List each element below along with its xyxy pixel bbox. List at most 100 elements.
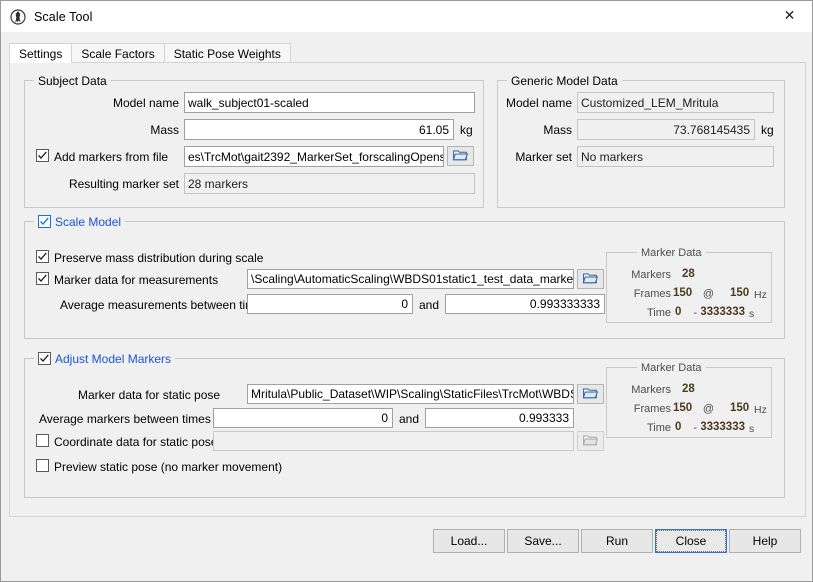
scale-model-title: Scale Model: [55, 214, 122, 229]
average-measurements-from-value: 0: [401, 297, 408, 311]
adjust-marker-data-panel-title: Marker Data: [637, 360, 706, 375]
adjust-model-markers-title-bar[interactable]: Adjust Model Markers: [34, 351, 176, 366]
adjust-markers-and-label: and: [399, 412, 420, 426]
marker-data-for-measurements-value: \Scaling\AutomaticScaling\WBDS01static1_…: [251, 272, 574, 286]
add-markers-browse-button[interactable]: [447, 146, 474, 166]
generic-mass-value: 73.768145435: [673, 122, 750, 137]
scale-model-checkbox[interactable]: [38, 215, 51, 228]
adjust-md-time-to: 0.993333333: [701, 421, 745, 433]
average-measurements-label: Average measurements between times: [60, 298, 268, 312]
marker-data-static-pose-value: Mritula\Public_Dataset\WIP\Scaling\Stati…: [251, 387, 573, 401]
average-markers-to-value: 0.993333: [518, 411, 569, 425]
scale-md-rate-unit: Hz: [754, 289, 767, 301]
tab-settings[interactable]: Settings: [9, 43, 73, 63]
adjust-model-markers-checkbox[interactable]: [38, 352, 51, 365]
generic-model-data-title: Generic Model Data: [507, 73, 622, 88]
generic-marker-set-label: Marker set: [515, 150, 572, 164]
resulting-marker-set-value-field: 28 markers: [184, 173, 475, 194]
average-measurements-from-input[interactable]: 0: [247, 294, 413, 314]
close-button[interactable]: Close: [655, 529, 727, 553]
tab-scale-factors[interactable]: Scale Factors: [71, 43, 165, 63]
generic-mass-label: Mass: [543, 123, 572, 137]
resulting-marker-set-label: Resulting marker set: [68, 177, 179, 191]
marker-data-measurements-browse-button[interactable]: [577, 269, 604, 289]
subject-mass-label: Mass: [150, 123, 179, 137]
subject-model-name-input[interactable]: walk_subject01-scaled: [184, 92, 475, 113]
scale-md-markers-label: Markers: [631, 269, 671, 281]
load-button[interactable]: Load...: [433, 529, 505, 553]
help-button-label: Help: [752, 534, 778, 548]
coordinate-data-browse-button: [577, 431, 604, 451]
marker-data-for-measurements-label: Marker data for measurements: [54, 273, 219, 287]
help-button[interactable]: Help: [729, 529, 801, 553]
average-measurements-to-input[interactable]: 0.993333333: [445, 294, 605, 314]
scale-md-time-unit: s: [749, 308, 755, 320]
coordinate-data-static-pose-checkbox[interactable]: [36, 434, 49, 447]
resulting-marker-set-value: 28 markers: [188, 176, 249, 191]
scale-md-rate-value: 150: [730, 287, 750, 299]
scale-md-markers-value: 28: [682, 268, 695, 280]
scale-md-time-to: 0.993333333: [701, 306, 745, 318]
close-icon[interactable]: ✕: [767, 1, 812, 31]
generic-mass-field: 73.768145435: [577, 119, 755, 140]
generic-model-name-field: Customized_LEM_Mritula: [577, 92, 774, 113]
subject-model-name-value: walk_subject01-scaled: [188, 95, 309, 110]
marker-data-static-pose-label: Marker data for static pose: [78, 388, 221, 402]
average-markers-to-input[interactable]: 0.993333: [425, 408, 574, 428]
average-markers-label: Average markers between times: [39, 412, 211, 426]
marker-data-static-pose-browse-button[interactable]: [577, 384, 604, 404]
load-button-label: Load...: [450, 534, 488, 548]
scale-md-at-symbol: @: [702, 288, 714, 300]
preview-static-pose-label: Preview static pose (no marker movement): [54, 460, 283, 474]
scale-md-frames-label: Frames: [633, 288, 671, 300]
folder-open-icon: [452, 149, 469, 164]
generic-model-name-label: Model name: [505, 96, 572, 110]
marker-data-static-pose-input[interactable]: Mritula\Public_Dataset\WIP\Scaling\Stati…: [247, 384, 574, 404]
tab-strip: Settings Scale Factors Static Pose Weigh…: [9, 43, 806, 63]
generic-marker-set-field: No markers: [577, 146, 774, 167]
add-markers-from-file-label: Add markers from file: [54, 150, 169, 164]
average-markers-from-input[interactable]: 0: [213, 408, 393, 428]
adjust-md-time-dash: -: [693, 422, 697, 434]
scale-md-time-from: 0: [675, 306, 682, 318]
generic-mass-unit: kg: [761, 123, 774, 137]
preview-static-pose-checkbox[interactable]: [36, 459, 49, 472]
scale-model-and-label: and: [419, 298, 440, 312]
adjust-md-rate-value: 150: [730, 402, 750, 414]
run-button[interactable]: Run: [581, 529, 653, 553]
tab-static-pose-weights[interactable]: Static Pose Weights: [163, 43, 291, 63]
dialog-button-bar: Load... Save... Run Close Help: [1, 521, 812, 581]
generic-marker-set-value: No markers: [581, 149, 644, 164]
run-button-label: Run: [605, 534, 628, 548]
adjust-md-time-label: Time: [646, 422, 671, 434]
subject-mass-value: 61.05: [418, 122, 449, 137]
coordinate-data-static-pose-label: Coordinate data for static pose: [54, 435, 218, 449]
subject-model-name-label: Model name: [112, 96, 179, 110]
close-button-inner: Close: [656, 530, 726, 552]
add-markers-from-file-input[interactable]: es\TrcMot\gait2392_MarkerSet_forscalingO…: [184, 146, 444, 167]
scale-marker-data-panel-title: Marker Data: [637, 245, 706, 260]
settings-tab-panel: Subject Data Model name walk_subject01-s…: [9, 62, 806, 517]
preserve-mass-distribution-label: Preserve mass distribution during scale: [54, 251, 264, 265]
scale-model-title-bar[interactable]: Scale Model: [34, 214, 126, 229]
coordinate-data-static-pose-input: [213, 431, 574, 451]
adjust-model-markers-title: Adjust Model Markers: [55, 351, 172, 366]
average-markers-from-value: 0: [381, 411, 388, 425]
marker-data-for-measurements-checkbox[interactable]: [36, 272, 49, 285]
scale-md-frames-value: 150: [673, 287, 693, 299]
scale-tool-window: Scale Tool ✕ Settings Scale Factors Stat…: [0, 0, 813, 582]
close-button-label: Close: [675, 534, 707, 548]
subject-mass-input[interactable]: 61.05: [184, 119, 454, 140]
average-measurements-to-value: 0.993333333: [529, 297, 600, 311]
folder-open-icon: [582, 434, 599, 449]
subject-mass-unit: kg: [460, 123, 473, 137]
folder-open-icon: [582, 272, 599, 287]
preserve-mass-distribution-checkbox[interactable]: [36, 250, 49, 263]
save-button-label: Save...: [524, 534, 562, 548]
save-button[interactable]: Save...: [507, 529, 579, 553]
folder-open-icon: [582, 387, 599, 402]
tab-static-pose-weights-label: Static Pose Weights: [173, 46, 281, 61]
add-markers-from-file-checkbox[interactable]: [36, 149, 49, 162]
marker-data-for-measurements-input[interactable]: \Scaling\AutomaticScaling\WBDS01static1_…: [247, 269, 574, 289]
scale-md-time-label: Time: [646, 307, 671, 319]
